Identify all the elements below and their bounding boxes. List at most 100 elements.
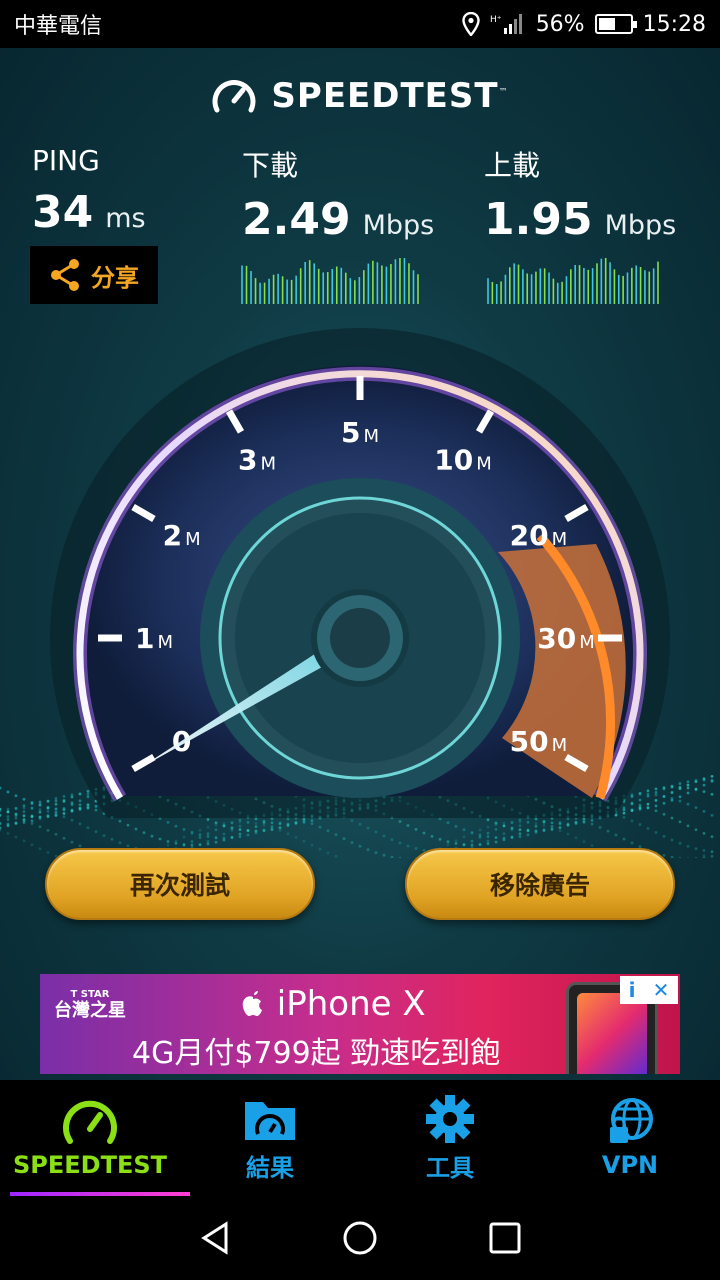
nav-vpn[interactable]: VPN [540,1080,720,1196]
wave-dot [326,829,330,833]
wave-dot [142,831,146,835]
wave-dot [662,834,666,838]
nav-results[interactable]: 結果 [180,1080,360,1196]
wave-dot [710,835,714,839]
wave-dot [486,818,490,822]
wave-dot [478,835,482,839]
wave-dot [294,821,298,824]
wave-dot [214,840,218,844]
wave-dot [710,850,714,854]
wave-dot [206,825,210,829]
wave-dot [350,841,354,844]
wave-dot [70,840,74,844]
wave-dot [366,848,370,852]
apple-icon [242,991,262,1016]
home-icon[interactable] [342,1220,378,1256]
wave-dot [206,832,210,835]
wave-dot [22,839,26,843]
wave-dot [702,810,706,813]
nav-tools[interactable]: 工具 [360,1080,540,1196]
wave-dot [6,790,10,794]
wave-dot [206,840,210,843]
wave-dot [246,829,250,832]
wave-dot [494,836,498,839]
wave-dot [390,838,394,842]
wave-dot [78,822,82,826]
ad-choices[interactable]: i ✕ [620,976,678,1004]
wave-dot [110,837,114,841]
status-bar: 中華電信 H⁺ 56% 15:28 [0,0,720,48]
wave-dot [534,824,538,828]
wave-dot [278,829,282,832]
wave-dot [574,820,578,824]
wave-dot [558,821,562,825]
upload-metric: 上載 1.95 Mbps [484,144,676,245]
wave-dot [590,818,594,822]
wave-dot [582,819,586,823]
wave-dot [678,820,682,824]
share-button[interactable]: 分享 [30,246,158,304]
wave-dot [198,828,202,832]
wave-dot [286,817,290,821]
ping-label: PING [32,144,100,177]
wave-dot [166,843,170,847]
ad-headline: iPhone X [240,984,426,1024]
wave-dot [54,832,58,836]
back-icon[interactable] [198,1220,232,1256]
status-icons: H⁺ 56% 15:28 [461,12,706,37]
wave-dot [446,821,450,825]
wave-dot [518,824,522,828]
wave-dot [446,843,450,847]
wave-dot [238,835,242,839]
wave-dot [30,814,34,818]
wave-dot [366,826,370,830]
wave-dot [702,783,706,787]
ad-banner[interactable]: T STAR 台灣之星 iPhone X 4G月付$799起 勁速吃到飽 i ✕ [40,974,680,1074]
wave-dot [86,826,90,830]
wave-dot [486,842,490,846]
wave-dot [126,823,130,827]
wave-dot [510,835,514,839]
wave-dot [526,821,530,824]
wave-dot [670,838,674,842]
wave-dot [334,854,338,858]
wave-dot [286,832,290,836]
wave-dot [78,844,82,848]
nav-speedtest[interactable]: SPEEDTEST [0,1080,190,1196]
wave-dot [22,814,26,818]
wave-dot [126,844,130,848]
wave-dot [686,783,690,787]
wave-dot [614,833,618,837]
wave-dot [318,847,322,851]
speedometer-logo-icon [212,80,256,113]
main-area: SPEEDTEST™ PING 34 ms 下載 2.49 Mbps 上載 1.… [0,48,720,1080]
wave-dot [14,814,18,817]
wave-dot [0,813,2,817]
wave-dot [390,855,394,858]
wave-dot [262,821,266,825]
wave-dot [270,826,274,829]
recents-icon[interactable] [488,1220,522,1256]
wave-dot [118,819,122,823]
wave-dot [494,828,498,831]
ad-close-icon[interactable]: ✕ [653,978,670,1002]
download-value: 2.49 [242,194,351,245]
wave-dot [246,820,250,824]
wave-dot [382,853,386,857]
retest-button[interactable]: 再次測試 [45,848,315,920]
wave-dot [254,822,258,825]
wave-dot [406,844,410,848]
wave-dot [30,807,34,810]
remove-ads-button[interactable]: 移除廣告 [405,848,675,920]
ad-info-icon[interactable]: i [629,978,636,1002]
wave-dot [22,819,26,822]
wave-dot [686,786,690,790]
download-metric: 下載 2.49 Mbps [242,144,434,245]
wave-dot [590,822,594,826]
wave-dot [550,826,554,830]
carrier-name: 中華電信 [14,14,103,39]
wave-dot [118,841,122,845]
wave-dot [342,837,346,841]
wave-dot [710,792,714,796]
wave-dot [158,837,162,841]
